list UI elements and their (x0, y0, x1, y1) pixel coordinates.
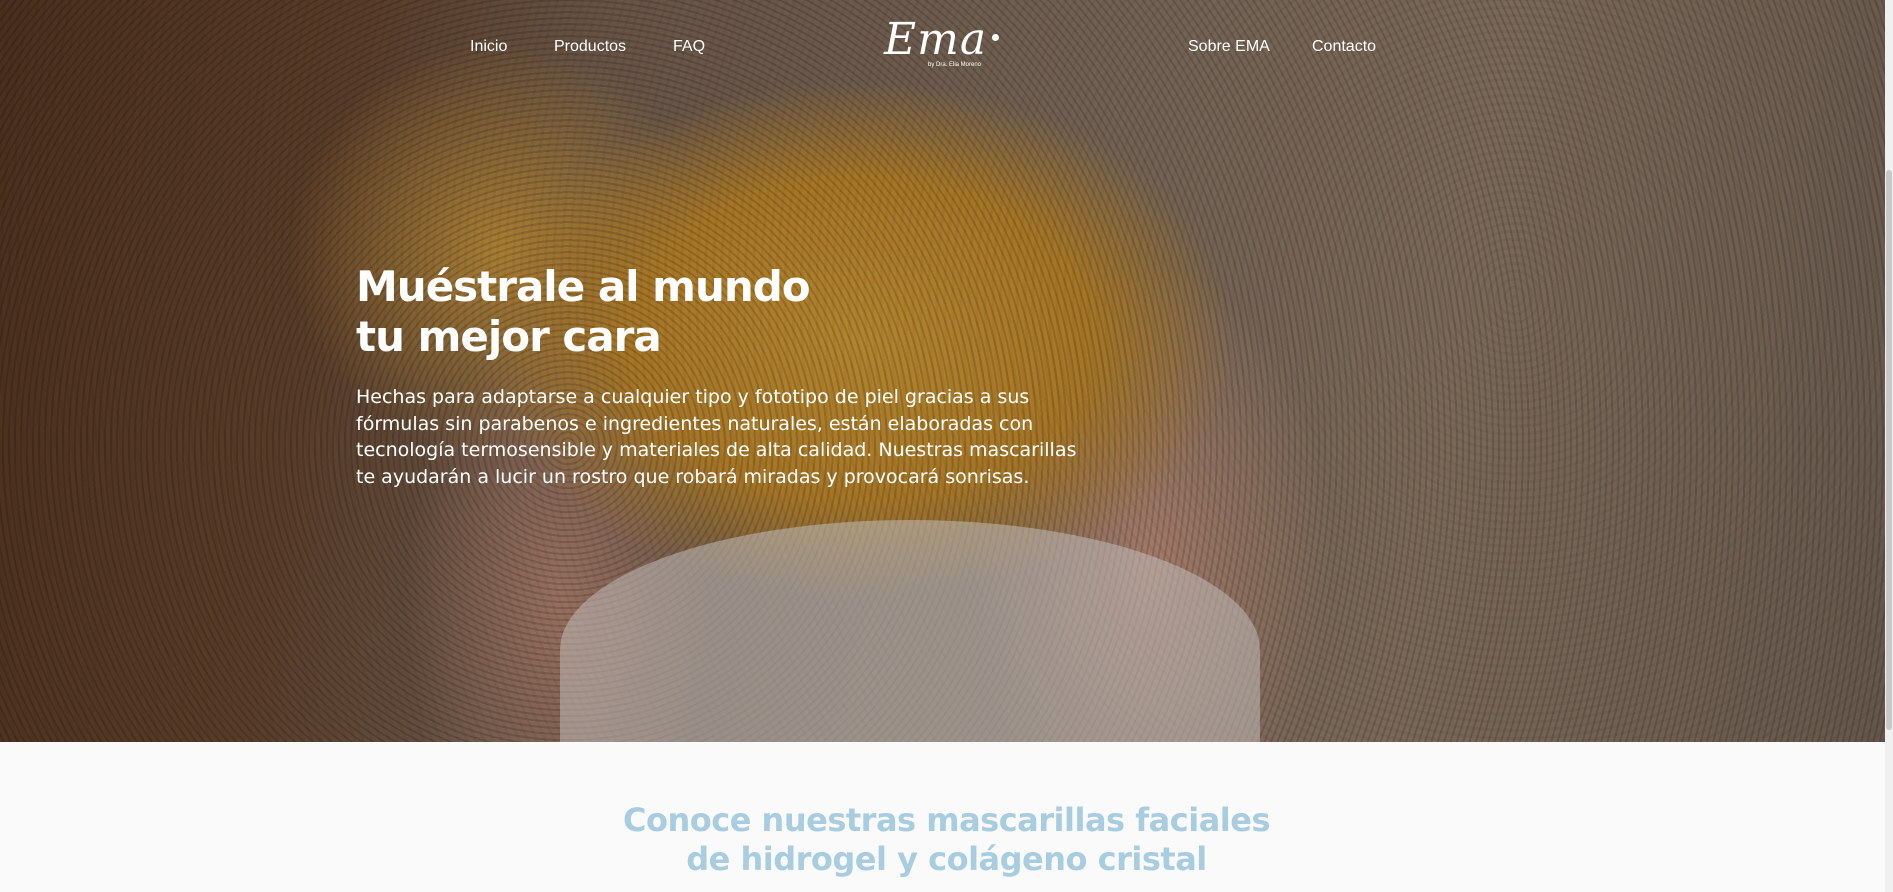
hero-description: Hechas para adaptarse a cualquier tipo y… (356, 386, 1077, 488)
logo-subtitle: by Dra. Elia Moreno (928, 62, 982, 68)
nav-link-inicio[interactable]: Inicio (470, 38, 507, 56)
products-section-title: Conoce nuestras mascarillas faciales de … (0, 801, 1893, 879)
nav-link-faq[interactable]: FAQ (673, 38, 705, 56)
section-title-line-1: Conoce nuestras mascarillas faciales (623, 801, 1271, 839)
logo-dot (992, 34, 999, 41)
hero-overlay (0, 0, 1893, 742)
hero-title-line-1: Muéstrale al mundo (356, 262, 811, 311)
scrollbar-thumb[interactable] (1886, 170, 1892, 730)
logo-wordmark: Ema (884, 14, 988, 65)
hero-banner: Inicio Productos FAQ Ema by Dra. Elia Mo… (0, 0, 1893, 742)
nav-link-productos[interactable]: Productos (554, 38, 626, 56)
hero-title-line-2: tu mejor cara (356, 312, 662, 361)
ema-logo[interactable]: Ema by Dra. Elia Moreno (884, 14, 1004, 72)
hero-title: Muéstrale al mundo tu mejor cara (356, 262, 956, 362)
section-title-line-2: de hidrogel y colágeno cristal (686, 840, 1207, 878)
top-navigation: Inicio Productos FAQ Ema by Dra. Elia Mo… (0, 0, 1893, 94)
nav-link-contacto[interactable]: Contacto (1312, 38, 1376, 56)
page-scrollbar[interactable] (1885, 0, 1893, 892)
nav-link-sobre-ema[interactable]: Sobre EMA (1188, 38, 1270, 56)
